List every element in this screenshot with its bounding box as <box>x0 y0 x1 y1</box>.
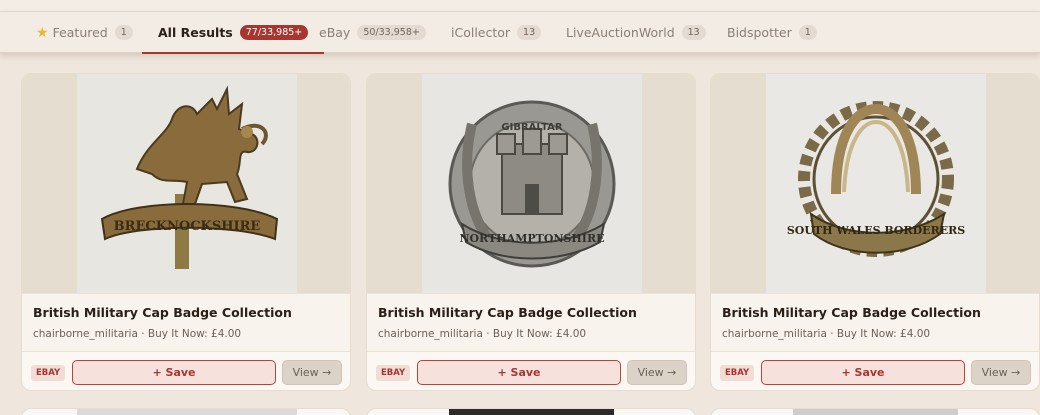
listing-meta: chairborne_militaria · Buy It Now: £4.00 <box>378 328 587 340</box>
listing-info: British Military Cap Badge Collection ch… <box>22 293 350 352</box>
save-button[interactable]: + Save <box>761 360 965 385</box>
tab-count: 1 <box>798 25 817 40</box>
listing-image-frame: BRECKNOCKSHIRE <box>22 74 350 293</box>
listing-title[interactable]: British Military Cap Badge Collection <box>33 305 292 320</box>
listing-image-frame: GIBRALTAR NORTHAMPTONSHIRE <box>367 74 695 293</box>
svg-text:SOUTH WALES BORDERERS: SOUTH WALES BORDERERS <box>787 224 965 237</box>
svg-text:BRECKNOCKSHIRE: BRECKNOCKSHIRE <box>114 219 261 234</box>
tab-count: 77/33,985+ <box>239 25 309 40</box>
source-tabs: ★ Featured 1 All Results 77/33,985+ eBay… <box>0 12 1040 54</box>
tab-label: iCollector <box>451 25 511 40</box>
source-badge: EBAY <box>720 365 755 381</box>
listing-photo <box>449 409 614 415</box>
tab-count: 1 <box>114 25 133 40</box>
tab-icollector[interactable]: iCollector 13 <box>451 12 542 53</box>
listing-info: British Military Cap Badge Collection ch… <box>367 293 695 352</box>
listing-title[interactable]: British Military Cap Badge Collection <box>378 305 637 320</box>
listing-meta: chairborne_militaria · Buy It Now: £4.00 <box>33 328 242 340</box>
tab-ebay[interactable]: eBay 50/33,958+ <box>319 12 426 53</box>
listing-card[interactable]: BRECKNOCKSHIRE British Military Cap Badg… <box>21 73 351 391</box>
view-button[interactable]: View → <box>627 360 687 385</box>
listing-photo[interactable]: BRECKNOCKSHIRE <box>77 74 297 293</box>
listing-image-frame: SOUTH WALES BORDERERS <box>711 74 1039 293</box>
tab-label: Featured <box>52 25 108 40</box>
tab-featured[interactable]: ★ Featured 1 <box>36 12 133 53</box>
listing-actions: EBAY + Save View → <box>367 352 695 390</box>
listing-card[interactable]: GIBRALTAR NORTHAMPTONSHIRE British Milit… <box>366 73 696 391</box>
svg-text:NORTHAMPTONSHIRE: NORTHAMPTONSHIRE <box>460 232 605 245</box>
dragon-badge-image: BRECKNOCKSHIRE <box>77 74 297 293</box>
view-button[interactable]: View → <box>971 360 1031 385</box>
view-button[interactable]: View → <box>282 360 342 385</box>
tab-all-results[interactable]: All Results 77/33,985+ <box>141 12 325 54</box>
source-badge: EBAY <box>31 365 66 381</box>
listing-card-partial[interactable] <box>21 408 351 415</box>
tab-count: 13 <box>681 25 706 40</box>
castle-badge-image: GIBRALTAR NORTHAMPTONSHIRE <box>422 74 642 293</box>
svg-text:GIBRALTAR: GIBRALTAR <box>501 122 562 133</box>
tab-liveauctionworld[interactable]: LiveAuctionWorld 13 <box>566 12 706 53</box>
listing-actions: EBAY + Save View → <box>711 352 1039 390</box>
listing-card[interactable]: SOUTH WALES BORDERERS British Military C… <box>710 73 1040 391</box>
listing-photo <box>793 409 958 415</box>
tab-label: eBay <box>319 25 351 40</box>
tab-label: All Results <box>158 25 233 40</box>
tab-count: 50/33,958+ <box>357 25 426 40</box>
tab-label: Bidspotter <box>727 25 792 40</box>
listing-actions: EBAY + Save View → <box>22 352 350 390</box>
tab-bidspotter[interactable]: Bidspotter 1 <box>727 12 817 53</box>
tab-count: 13 <box>517 25 542 40</box>
listing-photo <box>77 409 297 415</box>
listing-card-partial[interactable] <box>710 408 1040 415</box>
save-button[interactable]: + Save <box>417 360 621 385</box>
listing-photo[interactable]: GIBRALTAR NORTHAMPTONSHIRE <box>422 74 642 293</box>
top-strip <box>0 0 1040 12</box>
wreath-badge-image: SOUTH WALES BORDERERS <box>766 74 986 293</box>
listing-card-partial[interactable] <box>366 408 696 415</box>
listing-photo[interactable]: SOUTH WALES BORDERERS <box>766 74 986 293</box>
tab-label: LiveAuctionWorld <box>566 25 675 40</box>
source-badge: EBAY <box>376 365 411 381</box>
listing-info: British Military Cap Badge Collection ch… <box>711 293 1039 352</box>
listing-meta: chairborne_militaria · Buy It Now: £4.00 <box>722 328 931 340</box>
listing-title[interactable]: British Military Cap Badge Collection <box>722 305 981 320</box>
star-icon: ★ <box>36 24 49 41</box>
save-button[interactable]: + Save <box>72 360 276 385</box>
